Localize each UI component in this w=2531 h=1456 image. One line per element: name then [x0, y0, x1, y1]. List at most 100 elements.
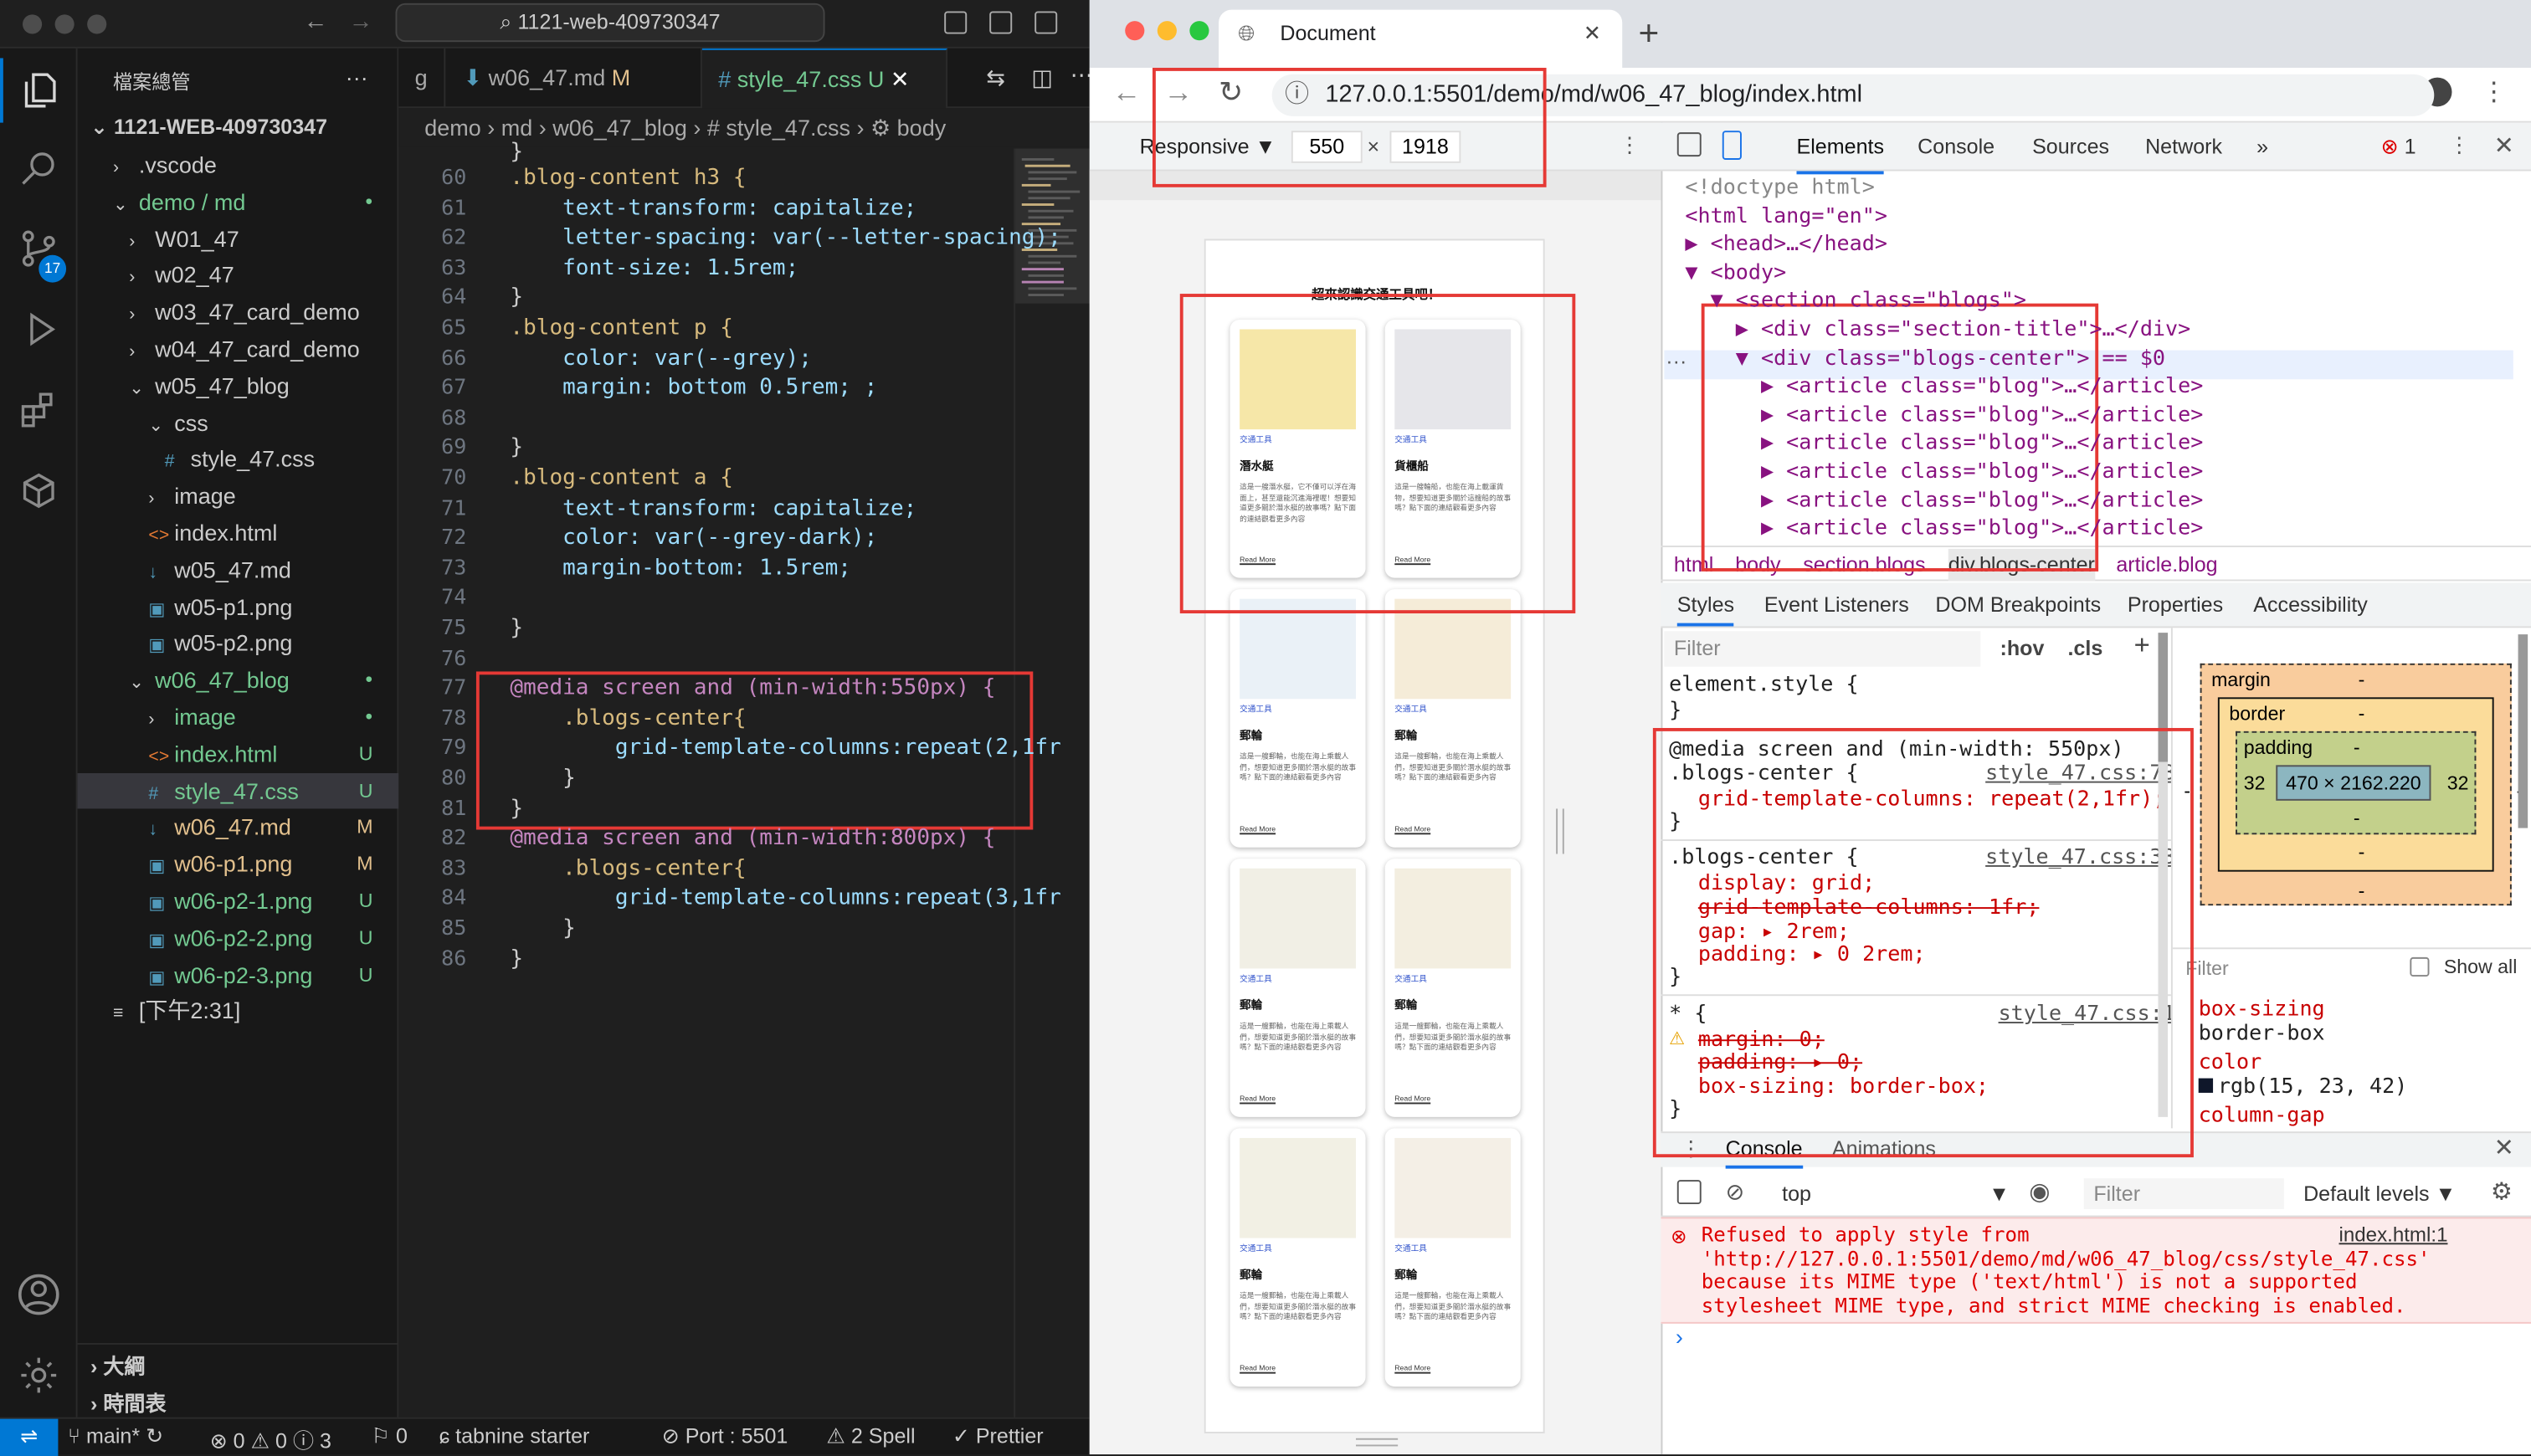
remote-explorer-icon[interactable]	[0, 459, 78, 523]
padding-box[interactable]: padding - 32 32 - 470 × 2162.220	[2236, 731, 2477, 835]
file-tree-item[interactable]: › image ●	[78, 699, 399, 736]
browser-menu-icon[interactable]: ⋮	[2481, 76, 2507, 109]
spell-indicator[interactable]: ⚠ 2 Spell	[826, 1423, 915, 1449]
read-more-link[interactable]: Read More	[1394, 1364, 1430, 1372]
styles-subtab[interactable]: Event Listeners	[1764, 592, 1909, 617]
account-icon[interactable]	[0, 1262, 78, 1326]
device-more-icon[interactable]: ⋮	[1619, 132, 1640, 158]
resize-handle-bottom-icon[interactable]	[1355, 1438, 1399, 1447]
read-more-link[interactable]: Read More	[1240, 1095, 1276, 1103]
close-drawer-icon[interactable]: ✕	[2494, 1133, 2514, 1162]
tab-more[interactable]: »	[2256, 123, 2268, 172]
node-more-icon[interactable]: ···	[1666, 349, 1686, 373]
split-editor-icon[interactable]: ◫	[1031, 64, 1053, 92]
tab-elements[interactable]: Elements	[1796, 123, 1885, 175]
close-window-dot[interactable]	[1125, 21, 1145, 41]
file-tree-item[interactable]: › w04_47_card_demo	[78, 331, 399, 367]
computed-property[interactable]: color	[2199, 1051, 2261, 1075]
color-swatch[interactable]	[2198, 1078, 2214, 1093]
file-tree-item[interactable]: ⌄ demo / md ●	[78, 184, 399, 221]
dom-node[interactable]: ▼ <div class="blogs-center"> == $0	[1685, 346, 2165, 371]
styles-subtab[interactable]: Properties	[2128, 592, 2223, 617]
dom-node[interactable]: ▶ <head>…</head>	[1685, 233, 1887, 257]
minimize-window-dot[interactable]	[1157, 21, 1177, 41]
dom-node[interactable]: ▶ <article class="blog">…</article>	[1685, 432, 2203, 456]
live-expression-eye-icon[interactable]: ◉	[2029, 1177, 2050, 1206]
dom-node[interactable]: ▶ <article class="blog">…</article>	[1685, 403, 2203, 428]
file-tree-item[interactable]: ▣ w05-p2.png	[78, 625, 399, 662]
computed-property[interactable]: box-sizing	[2199, 997, 2325, 1022]
file-tree-item[interactable]: ▣ w06-p2-2.png U	[78, 920, 399, 956]
computed-property[interactable]: column-gap	[2199, 1104, 2325, 1128]
tab-partial[interactable]: g	[398, 48, 445, 109]
file-tree-item[interactable]: ⌄ w05_47_blog	[78, 367, 399, 404]
tab-console[interactable]: Console	[1918, 123, 1995, 172]
dom-node[interactable]: ▶ <article class="blog">…</article>	[1685, 517, 2203, 541]
source-control-icon[interactable]: 17	[0, 216, 78, 283]
dom-node[interactable]: ▶ <article class="blog">…</article>	[1685, 489, 2203, 513]
read-more-link[interactable]: Read More	[1394, 825, 1430, 833]
dom-node[interactable]: ▶ <article class="blog">…</article>	[1685, 460, 2203, 484]
ports-indicator[interactable]: ⚐ 0	[372, 1423, 408, 1449]
margin-box[interactable]: margin - - border - - padding - 32 32 - …	[2200, 663, 2512, 906]
new-tab-icon[interactable]: +	[1638, 13, 1659, 54]
breadcrumb[interactable]: demo › md › w06_47_blog › # style_47.css…	[398, 108, 1090, 147]
error-counter[interactable]: ⊗ 1	[2381, 134, 2416, 160]
context-select[interactable]: top ▼	[1782, 1182, 2010, 1206]
dom-node[interactable]: ▼ <section class="blogs">	[1685, 290, 2026, 314]
back-icon[interactable]: ←	[1112, 76, 1142, 110]
show-all-checkbox[interactable]	[2410, 956, 2430, 977]
file-tree-item[interactable]: ⌄ w06_47_blog ●	[78, 662, 399, 699]
file-tree-item[interactable]: ⌄ css	[78, 404, 399, 441]
toggle-secondary-sidebar-icon[interactable]	[1034, 11, 1058, 34]
outline-section[interactable]: › 大綱	[78, 1350, 399, 1387]
command-center-search[interactable]: ⌕ 1121-web-409730347	[395, 3, 825, 43]
dom-node[interactable]: <html lang="en">	[1685, 204, 1887, 228]
tab-network[interactable]: Network	[2145, 123, 2222, 172]
browser-tab[interactable]: 🌐︎ Document ✕	[1219, 9, 1623, 69]
styles-subtab[interactable]: DOM Breakpoints	[1935, 592, 2101, 617]
tab-sources[interactable]: Sources	[2032, 123, 2109, 172]
resize-handle-icon[interactable]	[1556, 808, 1564, 854]
console-settings-icon[interactable]: ⚙	[2491, 1177, 2513, 1206]
add-rule-icon[interactable]: +	[2134, 629, 2150, 662]
devtools-settings-icon[interactable]: ⋮	[2449, 132, 2470, 158]
back-arrow-icon[interactable]: ←	[304, 8, 328, 36]
log-levels-select[interactable]: Default levels ▼	[2303, 1182, 2456, 1206]
box-model-scrollbar[interactable]	[2518, 634, 2528, 828]
file-tree-item[interactable]: ▣ w06-p2-3.png U	[78, 956, 399, 993]
styles-subtab[interactable]: Styles	[1676, 592, 1735, 627]
live-server-port[interactable]: ⊘ Port : 5501	[662, 1423, 788, 1449]
forward-arrow-icon[interactable]: →	[349, 8, 373, 36]
dom-node[interactable]: ▶ <article class="blog">…</article>	[1685, 375, 2203, 399]
file-tree-item[interactable]: › w02_47	[78, 257, 399, 294]
console-filter-input[interactable]: Filter	[2083, 1178, 2284, 1209]
remote-indicator-icon[interactable]: ⇌	[0, 1418, 59, 1456]
read-more-link[interactable]: Read More	[1240, 1364, 1276, 1372]
dom-node[interactable]: ▶ <div class="section-title">…</div>	[1685, 318, 2190, 342]
maximize-window-dot[interactable]	[1189, 21, 1209, 41]
read-more-link[interactable]: Read More	[1240, 825, 1276, 833]
file-tree-item[interactable]: › w03_47_card_demo	[78, 294, 399, 331]
sidebar-toggle-icon[interactable]	[1676, 1180, 1702, 1205]
compare-icon[interactable]: ⇆	[986, 64, 1005, 92]
close-devtools-icon[interactable]: ✕	[2494, 131, 2514, 160]
tab-style-css[interactable]: # style_47.css U ✕	[701, 48, 948, 109]
file-tree-item[interactable]: › image	[78, 478, 399, 515]
read-more-link[interactable]: Read More	[1394, 1095, 1430, 1103]
file-tree-item[interactable]: <> index.html U	[78, 736, 399, 772]
dom-node[interactable]: <!doctype html>	[1685, 176, 1874, 200]
close-tab-icon[interactable]: ✕	[891, 66, 910, 92]
toggle-panel-icon[interactable]	[989, 11, 1013, 34]
close-tab-icon[interactable]: ✕	[1584, 10, 1601, 59]
settings-gear-icon[interactable]	[0, 1343, 78, 1407]
file-tree-item[interactable]: ▣ w05-p1.png	[78, 588, 399, 625]
border-box[interactable]: border - - padding - 32 32 - 470 × 2162.…	[2217, 697, 2494, 872]
problems-indicator[interactable]: ⊗ 0 ⚠ 0 ⓘ 3	[210, 1423, 331, 1454]
console-prompt[interactable]: ›	[1676, 1324, 1683, 1350]
explorer-icon[interactable]	[0, 58, 78, 123]
device-toggle-icon[interactable]	[1722, 131, 1742, 160]
file-tree-item[interactable]: <> index.html	[78, 515, 399, 551]
close-window-dot[interactable]	[22, 14, 43, 34]
tabnine-indicator[interactable]: ɕ tabnine starter	[439, 1423, 590, 1448]
